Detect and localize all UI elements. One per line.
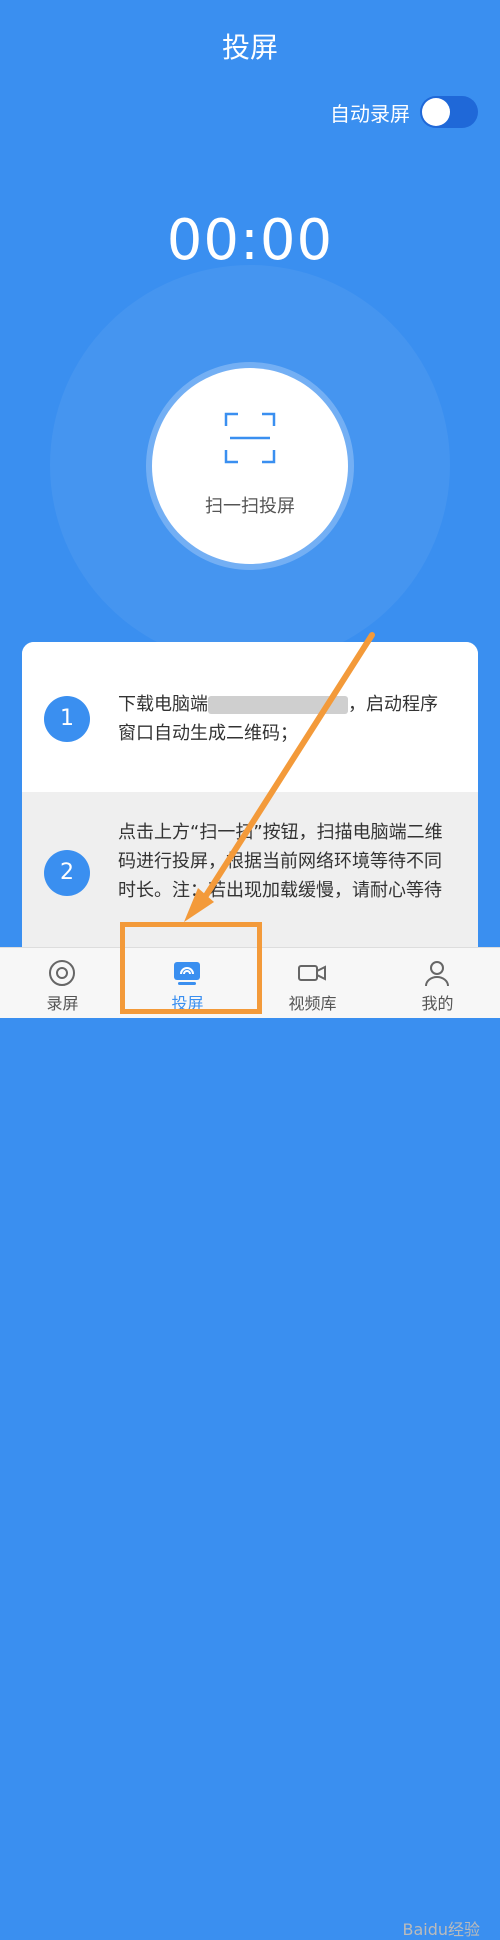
nav-item-profile[interactable]: 我的 xyxy=(375,948,500,1018)
annotation-highlight-box xyxy=(120,922,262,1014)
page-title: 投屏 xyxy=(221,31,278,64)
nav-label: 视频库 xyxy=(288,994,337,1013)
user-profile-icon xyxy=(425,961,449,987)
blurred-text xyxy=(208,696,348,714)
instructions-card: 1 下载电脑端 ，启动程序窗口自动生成二维码； 2 点击上方“扫一扫”按钮，扫描电… xyxy=(22,642,478,962)
scan-frame-icon xyxy=(224,412,276,464)
auto-record-label: 自动录屏 xyxy=(330,101,410,126)
watermark: Baidu经验 xyxy=(402,1920,480,1939)
step-text: 下载电脑端 ，启动程序窗口自动生成二维码； xyxy=(118,690,448,748)
cast-screen-panel: 投屏 自动录屏 00:00 扫一扫投屏 xyxy=(0,0,500,700)
record-disc-icon xyxy=(49,960,75,986)
video-camera-icon xyxy=(298,965,326,981)
step-number: 2 xyxy=(44,850,90,896)
nav-item-video-library[interactable]: 视频库 xyxy=(250,948,375,1018)
step-text-part: 下载电脑端 xyxy=(118,694,208,715)
step-item: 1 下载电脑端 ，启动程序窗口自动生成二维码； xyxy=(22,642,478,792)
step-text: 点击上方“扫一扫”按钮，扫描电脑端二维码进行投屏，根据当前网络环境等待不同时长。… xyxy=(118,822,443,901)
scan-cast-button[interactable]: 扫一扫投屏 xyxy=(152,368,348,564)
auto-record-row: 自动录屏 xyxy=(330,96,478,128)
nav-label: 我的 xyxy=(421,994,454,1013)
nav-item-record[interactable]: 录屏 xyxy=(0,948,125,1018)
toggle-knob xyxy=(422,98,450,126)
step-number: 1 xyxy=(44,696,90,742)
timer-display: 00:00 xyxy=(166,208,334,273)
scan-cast-label: 扫一扫投屏 xyxy=(205,496,295,517)
auto-record-toggle[interactable] xyxy=(420,96,478,128)
nav-label: 录屏 xyxy=(46,994,79,1013)
